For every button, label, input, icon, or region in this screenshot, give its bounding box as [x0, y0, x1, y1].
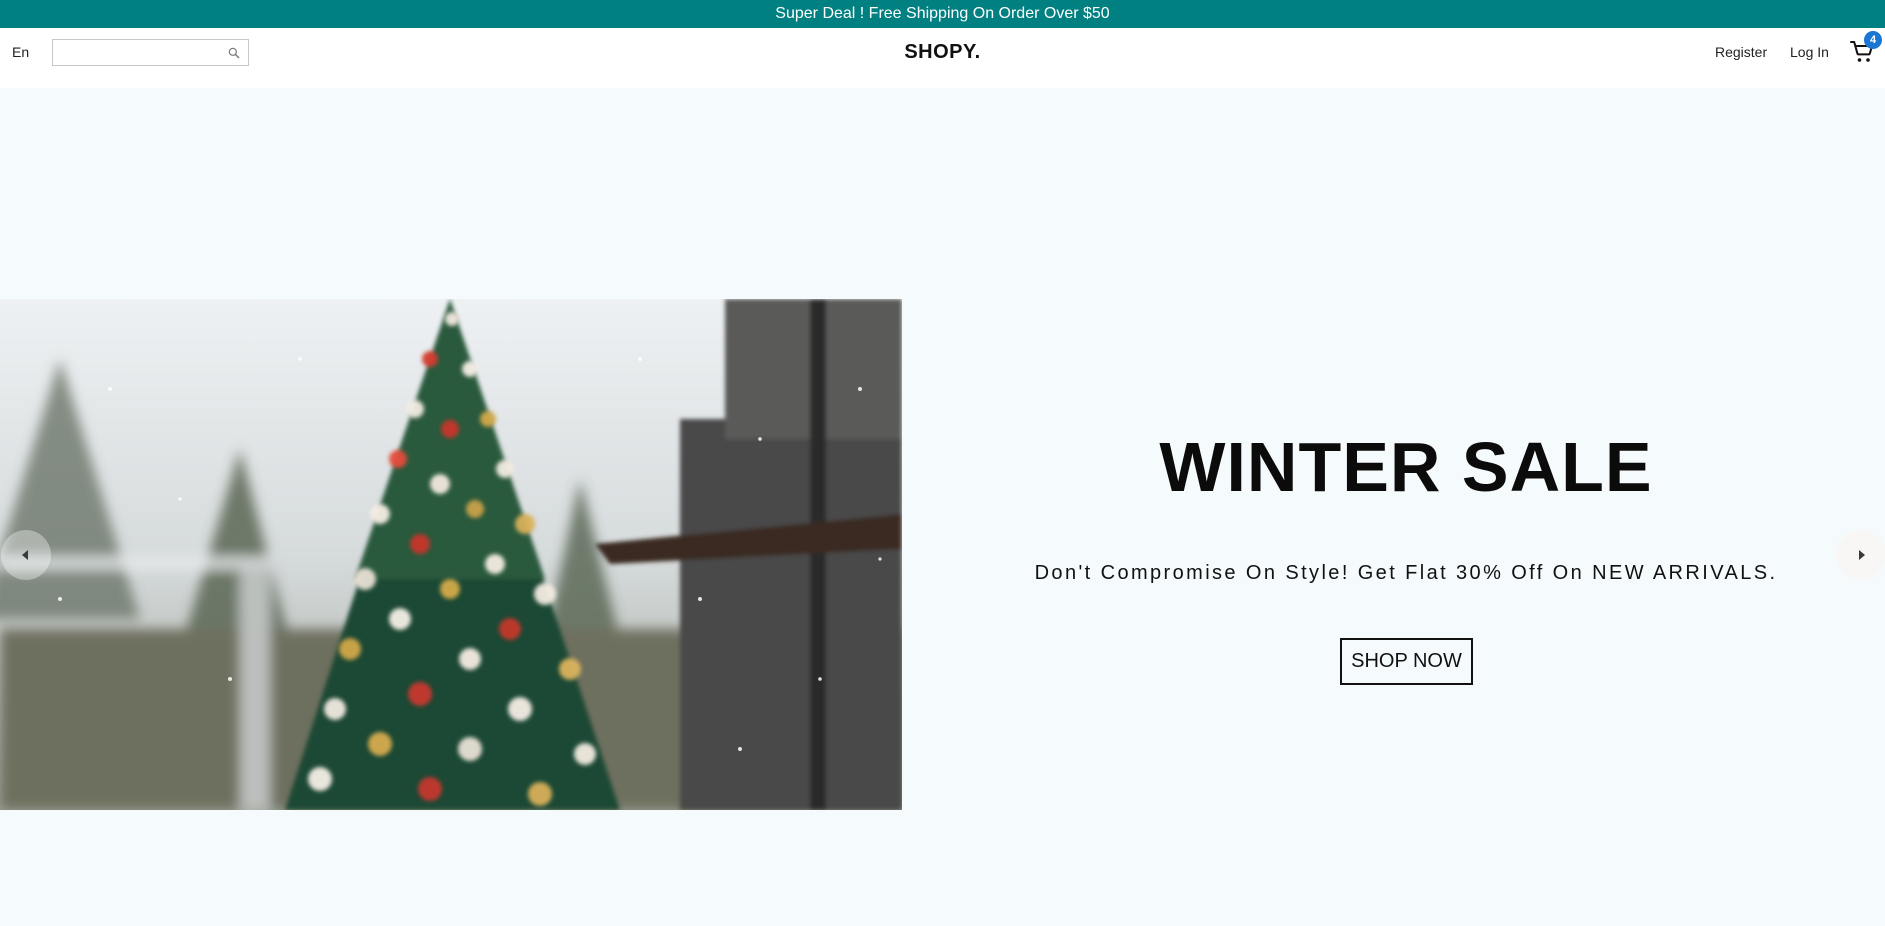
arrow-right-icon	[1859, 550, 1865, 560]
cart-button[interactable]: 4	[1850, 31, 1882, 64]
arrow-left-icon	[22, 550, 28, 560]
christmas-tree-photo	[0, 299, 902, 810]
slide-description: Don't Compromise On Style! Get Flat 30% …	[1034, 562, 1778, 584]
hero-slide: WINTER SALE Don't Compromise On Style! G…	[0, 88, 1885, 926]
register-link[interactable]: Register	[1715, 28, 1767, 76]
site-logo[interactable]: SHOPY.	[904, 41, 980, 64]
navbar: En SHOPY. Register Log In 4	[0, 28, 1885, 88]
search-icon[interactable]	[227, 46, 241, 60]
slider-next-button[interactable]	[1836, 530, 1885, 580]
slide-title: WINTER SALE	[1159, 428, 1653, 506]
shop-now-button[interactable]: SHOP NOW	[1340, 638, 1473, 685]
announcement-bar: Super Deal ! Free Shipping On Order Over…	[0, 0, 1885, 28]
slide-info: WINTER SALE Don't Compromise On Style! G…	[902, 88, 1885, 926]
language-selector[interactable]: En	[12, 28, 29, 76]
slider-prev-button[interactable]	[1, 530, 51, 580]
cart-count-badge: 4	[1864, 31, 1882, 49]
hero-image	[0, 299, 902, 810]
announcement-text: Super Deal ! Free Shipping On Order Over…	[775, 5, 1110, 22]
logo-wrapper: SHOPY.	[0, 28, 1885, 76]
search-container	[52, 39, 249, 66]
login-link[interactable]: Log In	[1790, 28, 1829, 76]
search-input[interactable]	[53, 40, 223, 65]
